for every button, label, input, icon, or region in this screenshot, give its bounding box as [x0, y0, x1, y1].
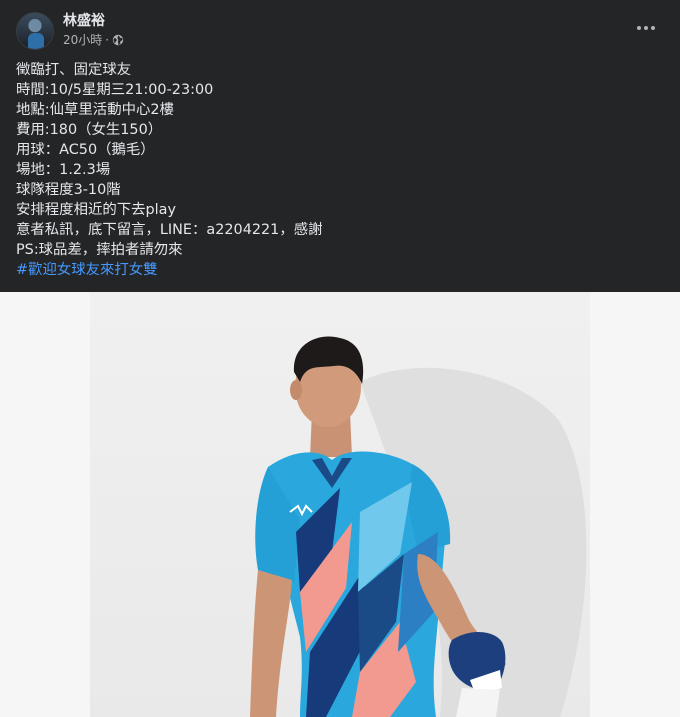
- hashtag-link[interactable]: #歡迎女球友來打女雙: [16, 262, 158, 278]
- globe-icon: [112, 34, 124, 46]
- post-header: 林盛裕 20小時 ·: [0, 0, 680, 56]
- post-timestamp[interactable]: 20小時: [63, 32, 102, 48]
- post-text: 徵臨打、固定球友 時間:10/5星期三21:00-23:00 地點:仙草里活動中…: [16, 60, 656, 280]
- post-line: 地點:仙草里活動中心2樓: [16, 102, 174, 118]
- more-horizontal-icon: [637, 26, 641, 30]
- author-name[interactable]: 林盛裕: [63, 12, 105, 30]
- post-line: PS:球品差，摔拍者請勿來: [16, 242, 183, 258]
- post-photo[interactable]: [0, 292, 680, 717]
- avatar[interactable]: [16, 12, 54, 50]
- facebook-post: 林盛裕 20小時 · 徵臨打、固定球友 時間:10/5星期三21:00-23:0…: [0, 0, 680, 717]
- post-line: 費用:180（女生150）: [16, 122, 163, 138]
- post-line: 徵臨打、固定球友: [16, 62, 132, 78]
- post-line: 場地：1.2.3場: [16, 162, 111, 178]
- post-line: 時間:10/5星期三21:00-23:00: [16, 82, 214, 98]
- badminton-player-image: [250, 336, 587, 717]
- post-line: 安排程度相近的下去play: [16, 202, 176, 218]
- meta-separator: ·: [105, 33, 110, 47]
- more-options-button[interactable]: [632, 16, 660, 40]
- post-line: 用球：AC50（鵝毛）: [16, 142, 155, 158]
- post-line: 意者私訊，底下留言，LINE：a2204221，感謝: [16, 222, 323, 238]
- post-meta: 20小時 ·: [63, 32, 124, 48]
- post-line: 球隊程度3-10階: [16, 182, 121, 198]
